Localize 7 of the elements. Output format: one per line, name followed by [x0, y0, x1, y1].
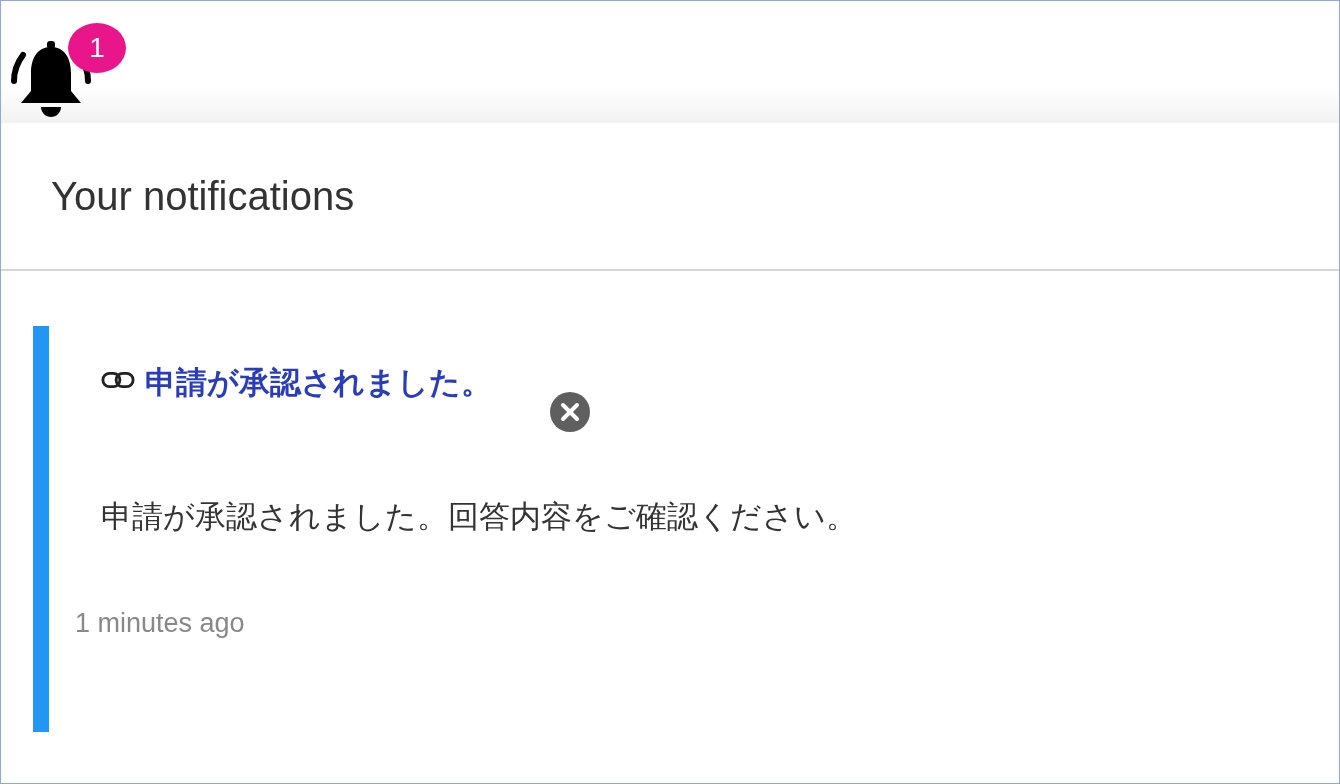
notification-message: 申請が承認されました。回答内容をご確認ください。: [101, 498, 857, 536]
link-icon: [101, 370, 135, 390]
panel-title: Your notifications: [51, 173, 355, 219]
notification-badge: 1: [68, 23, 126, 73]
notification-link[interactable]: 申請が承認されました。: [145, 362, 492, 404]
close-icon[interactable]: [550, 392, 590, 432]
notification-time: 1 minutes ago: [75, 608, 245, 639]
